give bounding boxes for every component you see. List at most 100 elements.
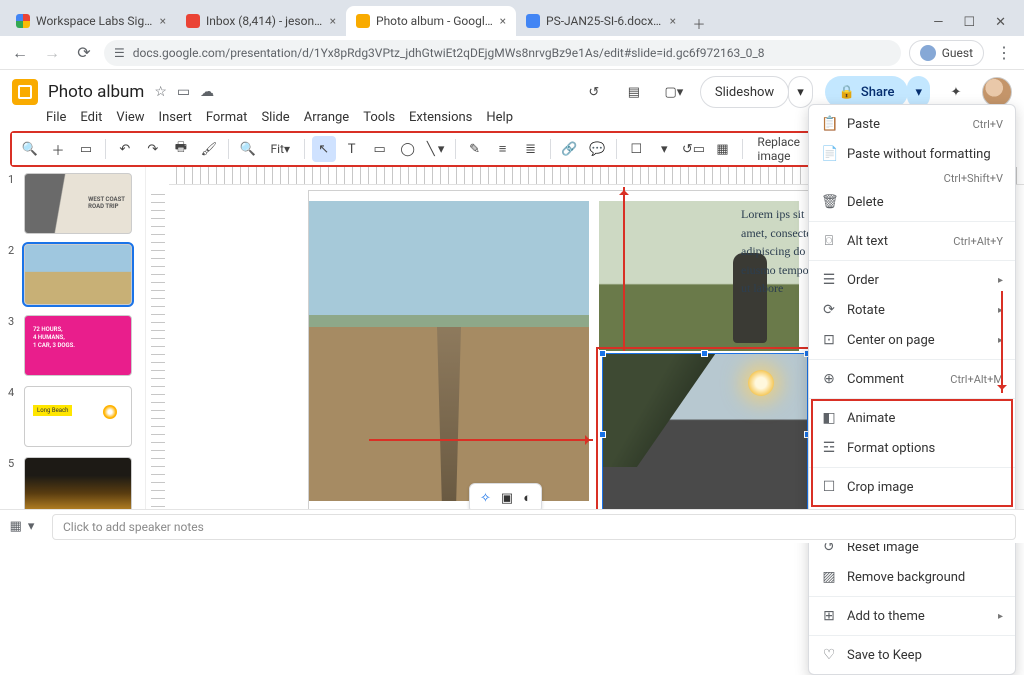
- redo-button[interactable]: ↷: [141, 136, 165, 162]
- browser-tab[interactable]: PS-JAN25-SI-6.docx - Google D×: [516, 6, 686, 36]
- bottom-bar: ▦ ▾ Click to add speaker notes: [0, 509, 1024, 543]
- slide-thumbnails: 1WEST COASTROAD TRIP 2 372 HOURS, 4 HUMA…: [0, 167, 145, 537]
- slideshow-button[interactable]: Slideshow: [700, 76, 789, 108]
- thumbnail-slide[interactable]: WEST COASTROAD TRIP: [24, 173, 132, 234]
- move-icon[interactable]: ▭: [177, 84, 190, 100]
- print-button[interactable]: 🖶: [169, 136, 193, 162]
- canvas-image-boardwalk[interactable]: [309, 201, 589, 501]
- ruler-vertical: [145, 167, 169, 537]
- menu-extensions[interactable]: Extensions: [409, 110, 472, 125]
- slide-canvas[interactable]: Lorem ips sit amet, consectetu adipiscin…: [309, 191, 824, 521]
- ctx-crop-image[interactable]: ☐Crop image: [809, 472, 1015, 502]
- border-color-button[interactable]: ✎: [463, 136, 487, 162]
- zoom-icon[interactable]: 🔍: [236, 136, 260, 162]
- close-icon[interactable]: ×: [160, 14, 166, 28]
- keep-icon: ♡: [821, 647, 837, 663]
- new-slide-button[interactable]: ＋: [46, 136, 70, 162]
- ctx-alt-text[interactable]: ⌼Alt textCtrl+Alt+Y: [809, 226, 1015, 256]
- image-tool[interactable]: ▭: [368, 136, 392, 162]
- comments-icon[interactable]: ▤: [620, 78, 648, 106]
- ctx-comment[interactable]: ⊕CommentCtrl+Alt+M: [809, 364, 1015, 394]
- menu-arrange[interactable]: Arrange: [304, 110, 349, 125]
- menu-edit[interactable]: Edit: [80, 110, 102, 125]
- site-info-icon[interactable]: ☰: [114, 46, 125, 60]
- maximize-window-icon[interactable]: ☐: [963, 15, 975, 30]
- crop-button[interactable]: ☐: [624, 136, 648, 162]
- undo-button[interactable]: ↶: [113, 136, 137, 162]
- ctx-save-to-keep[interactable]: ♡Save to Keep: [809, 640, 1015, 670]
- canvas-image-road-selected[interactable]: [602, 353, 808, 517]
- forward-button[interactable]: →: [40, 43, 64, 63]
- speaker-notes-input[interactable]: Click to add speaker notes: [52, 514, 1016, 540]
- paste-plain-icon: 📄: [821, 146, 837, 162]
- slideshow-caret[interactable]: ▾: [788, 76, 813, 108]
- expand-icon[interactable]: ▾: [28, 519, 35, 534]
- comment-button[interactable]: 💬: [585, 136, 609, 162]
- border-dash-button[interactable]: ≣: [519, 136, 543, 162]
- star-icon[interactable]: ☆: [154, 84, 167, 100]
- menu-insert[interactable]: Insert: [159, 110, 192, 125]
- ctx-center[interactable]: ⊡Center on page▸: [809, 325, 1015, 355]
- doc-title[interactable]: Photo album: [48, 82, 144, 102]
- crop-icon[interactable]: ▣: [501, 491, 513, 506]
- account-avatar[interactable]: [982, 77, 1012, 107]
- select-tool[interactable]: ↖: [312, 136, 336, 162]
- url-bar[interactable]: ☰ docs.google.com/presentation/d/1Yx8pRd…: [104, 40, 901, 66]
- textbox-tool[interactable]: T: [340, 136, 364, 162]
- meet-icon[interactable]: ▢▾: [660, 78, 688, 106]
- gemini-icon[interactable]: ✦: [942, 78, 970, 106]
- resize-handle[interactable]: [599, 431, 606, 438]
- zoom-select[interactable]: Fit ▾: [264, 136, 297, 162]
- menu-slide[interactable]: Slide: [261, 110, 289, 125]
- thumbnail-slide[interactable]: 72 HOURS, 4 HUMANS, 1 CAR, 3 DOGS.: [24, 315, 132, 376]
- grid-view-icon[interactable]: ▦: [10, 519, 22, 534]
- history-icon[interactable]: ↺: [580, 78, 608, 106]
- menu-file[interactable]: File: [46, 110, 66, 125]
- recolor-button[interactable]: ▦: [711, 136, 735, 162]
- close-icon[interactable]: ×: [670, 14, 676, 28]
- search-menus-icon[interactable]: 🔍: [18, 136, 42, 162]
- border-weight-button[interactable]: ≡: [491, 136, 515, 162]
- ctx-paste-nf[interactable]: 📄Paste without formatting: [809, 139, 1015, 169]
- annotation-arrow: [369, 439, 593, 441]
- layout-icon[interactable]: ▭: [74, 136, 98, 162]
- chrome-menu-icon[interactable]: ⋮: [992, 43, 1016, 62]
- reload-button[interactable]: ⟳: [72, 43, 96, 62]
- link-button[interactable]: 🔗: [557, 136, 581, 162]
- magic-eraser-icon[interactable]: ✧: [480, 491, 491, 506]
- new-tab-button[interactable]: ＋: [686, 10, 712, 36]
- thumbnail-slide-current[interactable]: [24, 244, 132, 305]
- ctx-remove-background[interactable]: ▨Remove background: [809, 562, 1015, 592]
- thumbnail-slide[interactable]: Long Beach: [24, 386, 132, 447]
- back-button[interactable]: ←: [8, 43, 32, 63]
- ctx-animate[interactable]: ◧Animate: [809, 403, 1015, 433]
- close-window-icon[interactable]: ✕: [995, 15, 1006, 30]
- slides-logo-icon[interactable]: [12, 79, 38, 105]
- ctx-format-options[interactable]: ☲Format options: [809, 433, 1015, 463]
- menu-tools[interactable]: Tools: [363, 110, 395, 125]
- ctx-rotate[interactable]: ⟳Rotate▸: [809, 295, 1015, 325]
- mask-button[interactable]: ▾: [652, 136, 676, 162]
- browser-tab[interactable]: Inbox (8,414) - jeson45@gmai×: [176, 6, 346, 36]
- resize-handle[interactable]: [701, 350, 708, 357]
- paint-format-button[interactable]: 🖌: [197, 136, 221, 162]
- browser-tab-active[interactable]: Photo album - Google Slides×: [346, 6, 516, 36]
- close-icon[interactable]: ×: [500, 14, 506, 28]
- ctx-order[interactable]: ☰Order▸: [809, 265, 1015, 295]
- shape-tool[interactable]: ◯: [396, 136, 420, 162]
- line-tool[interactable]: ╲ ▾: [424, 136, 448, 162]
- close-icon[interactable]: ×: [330, 14, 336, 28]
- cloud-icon[interactable]: ☁: [200, 84, 214, 100]
- menu-help[interactable]: Help: [486, 110, 513, 125]
- ctx-add-to-theme[interactable]: ⊞Add to theme▸: [809, 601, 1015, 631]
- ctx-delete[interactable]: 🗑Delete: [809, 187, 1015, 217]
- menu-view[interactable]: View: [116, 110, 144, 125]
- reset-image-button[interactable]: ↺▭: [680, 136, 706, 162]
- ctx-paste[interactable]: 📋PasteCtrl+V: [809, 109, 1015, 139]
- resize-handle[interactable]: [599, 350, 606, 357]
- minimize-window-icon[interactable]: ―: [933, 15, 943, 30]
- mask-icon[interactable]: ◐: [523, 490, 531, 506]
- browser-tab[interactable]: Workspace Labs Signup×: [6, 6, 176, 36]
- menu-format[interactable]: Format: [206, 110, 248, 125]
- profile-chip[interactable]: Guest: [909, 40, 984, 66]
